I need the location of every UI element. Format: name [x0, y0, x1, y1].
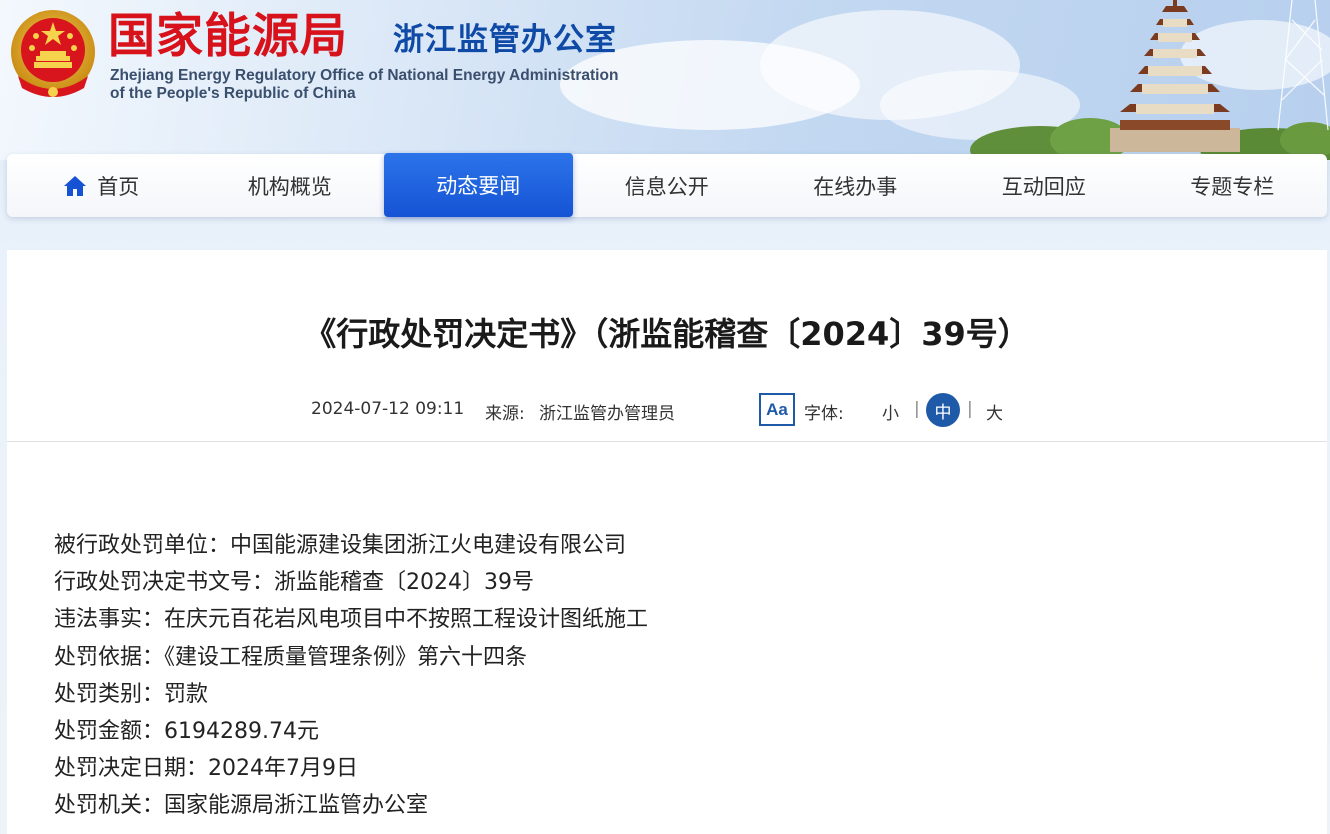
office-name: 浙江监管办公室 [393, 22, 617, 58]
nav-item-online-services[interactable]: 在线办事 [761, 154, 950, 217]
font-size-icon: Aa [759, 393, 795, 426]
nav-item-news[interactable]: 动态要闻 [384, 153, 573, 217]
article-body: 被行政处罚单位：中国能源建设集团浙江火电建设有限公司 行政处罚决定书文号：浙监能… [54, 527, 1254, 825]
font-size-small-button[interactable]: 小 [882, 399, 899, 424]
org-name-english: Zhejiang Energy Regulatory Office of Nat… [110, 67, 618, 103]
main-nav: 首页 机构概览 动态要闻 信息公开 在线办事 互动回应 专题专栏 [7, 153, 1327, 217]
body-line-penalty-type: 处罚类别：罚款 [54, 681, 209, 707]
font-size-separator: | [967, 399, 973, 419]
article-card: 《行政处罚决定书》（浙监能稽查〔2024〕39号） 2024-07-12 09:… [7, 250, 1327, 834]
nav-item-label: 首页 [97, 174, 140, 199]
publish-date: 2024-07-12 09:11 [311, 399, 465, 419]
nav-item-label: 互动回应 [1001, 174, 1086, 199]
nav-item-about[interactable]: 机构概览 [196, 154, 385, 217]
body-line-violation-facts: 违法事实：在庆元百花岩风电项目中不按照工程设计图纸施工 [54, 607, 649, 633]
home-icon [64, 175, 87, 196]
body-line-penalized-unit: 被行政处罚单位：中国能源建设集团浙江火电建设有限公司 [54, 533, 627, 558]
meta-divider [7, 441, 1327, 442]
national-emblem-icon [11, 10, 95, 97]
body-line-penalty-authority: 处罚机关：国家能源局浙江监管办公室 [54, 793, 429, 819]
nav-item-interaction[interactable]: 互动回应 [950, 154, 1139, 217]
body-line-decision-number: 行政处罚决定书文号：浙监能稽查〔2024〕39号 [54, 570, 534, 596]
font-size-separator: | [914, 399, 920, 419]
nav-item-label: 专题专栏 [1190, 174, 1275, 199]
nav-item-label: 动态要闻 [436, 174, 521, 198]
nav-item-topics[interactable]: 专题专栏 [1138, 154, 1327, 217]
article-meta: 2024-07-12 09:11 来源: 浙江监管办管理员 Aa 字体: 小 |… [7, 393, 1327, 427]
body-line-penalty-amount: 处罚金额：6194289.74元 [54, 719, 319, 745]
article-title: 《行政处罚决定书》（浙监能稽查〔2024〕39号） [304, 315, 1030, 353]
org-name-english-line1: Zhejiang Energy Regulatory Office of Nat… [110, 67, 619, 84]
nav-item-label: 机构概览 [247, 174, 332, 199]
nav-item-disclosure[interactable]: 信息公开 [573, 154, 762, 217]
body-line-penalty-basis: 处罚依据：《建设工程质量管理条例》第六十四条 [54, 644, 528, 670]
nav-item-label: 信息公开 [624, 174, 709, 199]
nav-item-label: 在线办事 [813, 174, 898, 199]
org-name-english-line2: of the People's Republic of China [110, 85, 356, 102]
source-value: 浙江监管办管理员 [539, 404, 675, 424]
font-size-medium-button[interactable]: 中 [926, 393, 960, 427]
font-size-large-button[interactable]: 大 [986, 399, 1003, 424]
header-banner: 国家能源局 浙江监管办公室 Zhejiang Energy Regulatory… [0, 0, 1330, 160]
pagoda-illustration [970, 0, 1330, 160]
body-line-decision-date: 处罚决定日期：2024年7月9日 [54, 756, 358, 782]
org-name: 国家能源局 [108, 9, 348, 64]
font-size-label: 字体: [804, 404, 844, 424]
source-label: 来源: [485, 404, 525, 424]
nav-item-home[interactable]: 首页 [7, 154, 196, 217]
